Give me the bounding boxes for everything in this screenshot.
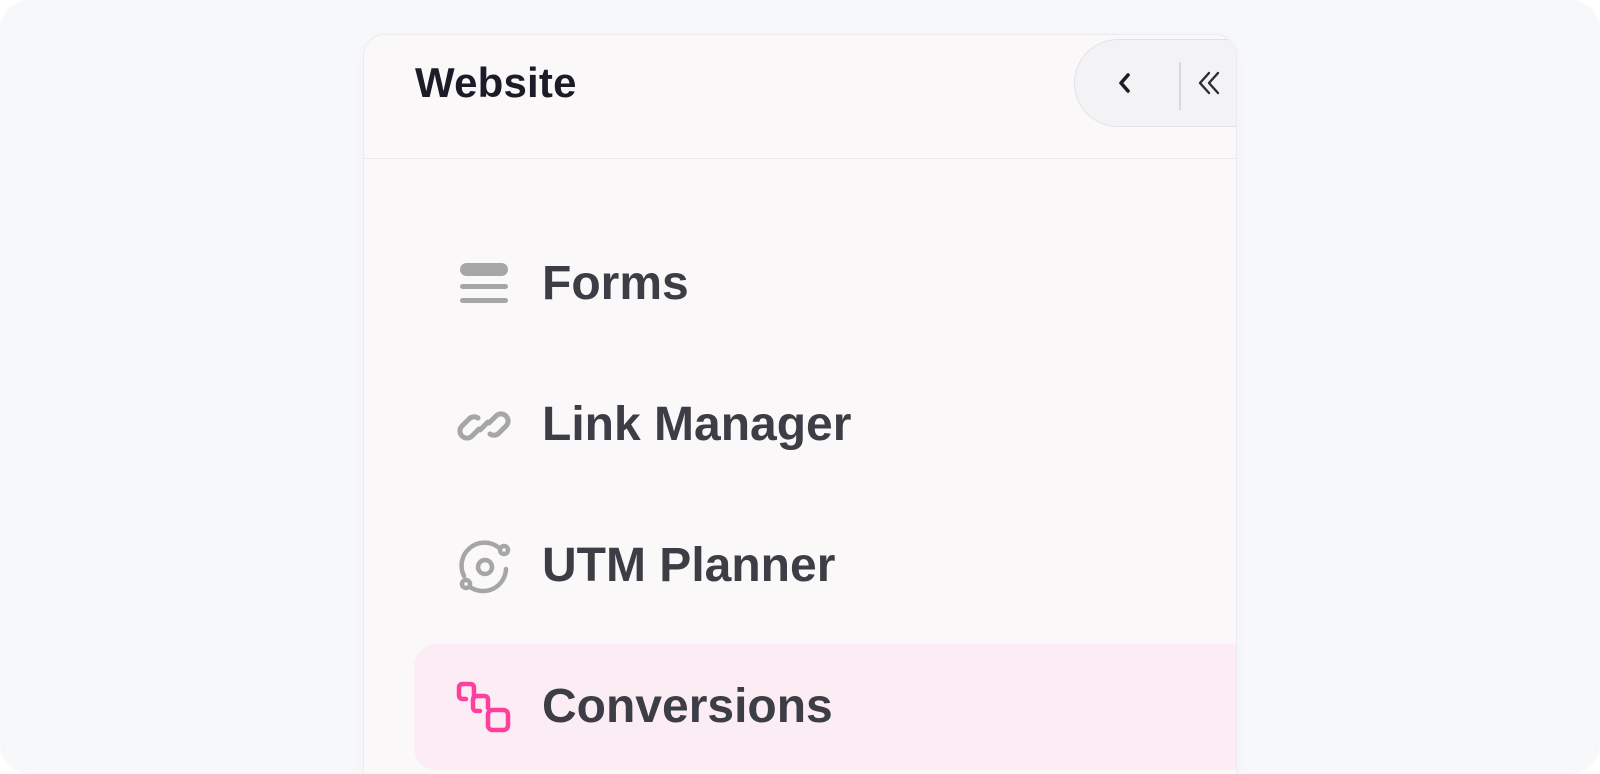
header-button-group — [1074, 39, 1236, 127]
chevron-left-icon — [1119, 73, 1130, 93]
double-chevron-left-icon — [1198, 71, 1220, 95]
link-icon — [454, 396, 514, 456]
menu-item-forms[interactable]: Forms — [414, 221, 1236, 347]
menu-item-conversions[interactable]: Conversions — [414, 644, 1236, 770]
menu-item-label: Conversions — [542, 680, 833, 733]
website-sidebar-panel: Website Forms Link Manager UTM Planner C… — [363, 34, 1237, 774]
conversions-icon — [454, 678, 514, 738]
button-divider — [1179, 62, 1181, 110]
menu-item-label: UTM Planner — [542, 539, 836, 592]
panel-title: Website — [415, 59, 577, 106]
back-button[interactable] — [1085, 40, 1165, 126]
panel-header: Website — [364, 35, 1236, 159]
utm-target-icon — [454, 537, 514, 597]
menu-item-utm-planner[interactable]: UTM Planner — [414, 503, 1236, 629]
collapse-sidebar-button[interactable] — [1187, 40, 1236, 126]
app-canvas: Website Forms Link Manager UTM Planner C… — [0, 0, 1600, 774]
menu-item-link-manager[interactable]: Link Manager — [414, 362, 1236, 488]
menu-item-label: Link Manager — [542, 398, 852, 451]
menu-item-label: Forms — [542, 257, 689, 310]
forms-icon — [454, 255, 514, 315]
